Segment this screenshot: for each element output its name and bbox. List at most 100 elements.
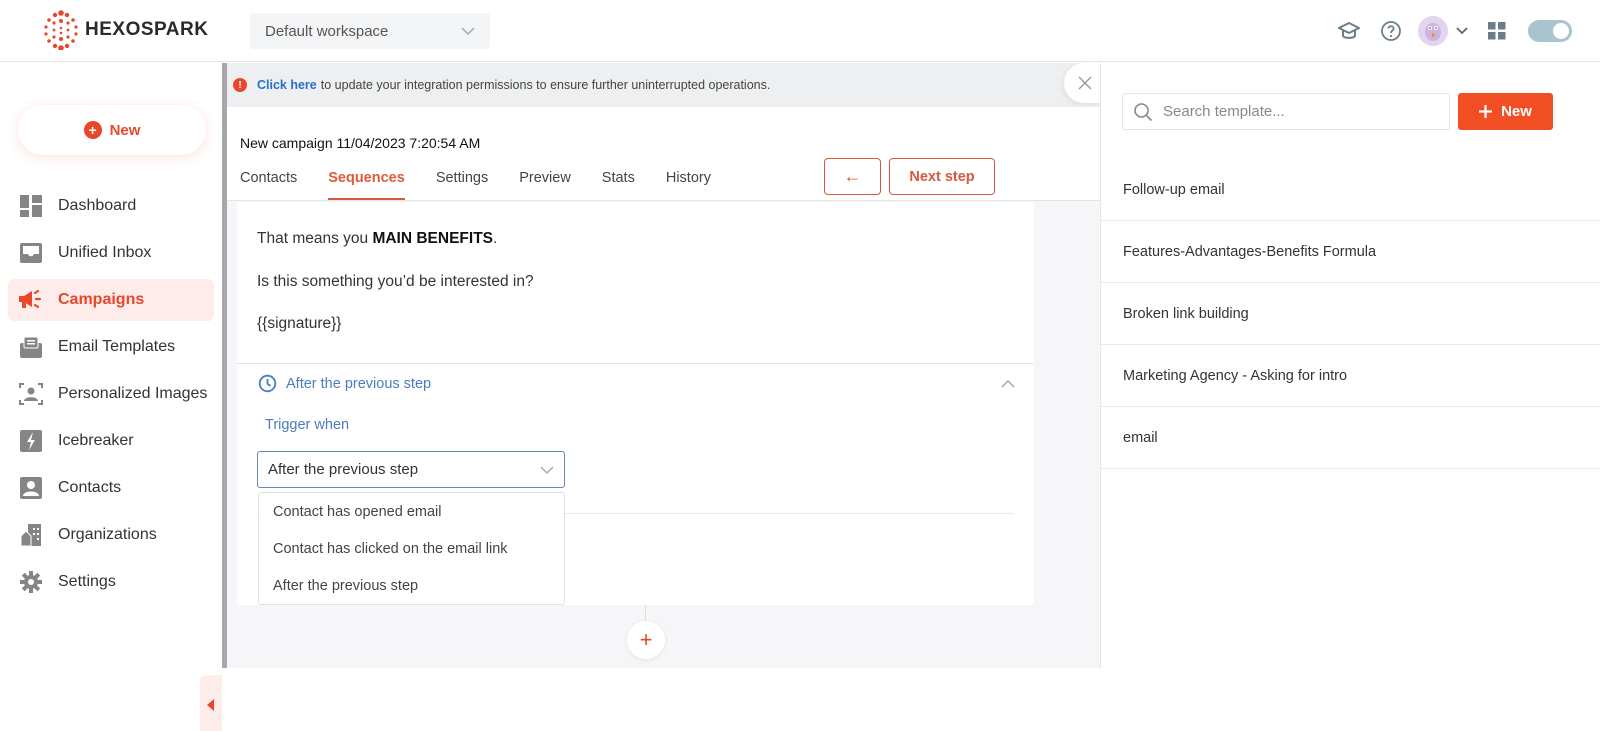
error-icon: ! bbox=[233, 78, 247, 92]
email-template-icon bbox=[18, 334, 44, 360]
tab-stats[interactable]: Stats bbox=[602, 168, 635, 200]
chevron-down-icon bbox=[1456, 27, 1468, 35]
sidebar-item-label: Unified Inbox bbox=[58, 244, 152, 261]
workspace-selector[interactable]: Default workspace bbox=[250, 13, 490, 49]
dashboard-icon bbox=[18, 193, 44, 219]
add-step-button[interactable]: + bbox=[627, 621, 665, 659]
main-content: ! Click here to update your integration … bbox=[227, 63, 1106, 668]
building-icon bbox=[18, 522, 44, 548]
dropdown-option[interactable]: After the previous step bbox=[259, 567, 564, 604]
step-delay-header[interactable]: After the previous step bbox=[258, 374, 431, 393]
inbox-icon bbox=[18, 240, 44, 266]
theme-toggle[interactable] bbox=[1528, 20, 1572, 42]
template-item[interactable]: Follow-up email bbox=[1101, 160, 1600, 221]
search-input[interactable] bbox=[1163, 103, 1433, 120]
tab-contacts[interactable]: Contacts bbox=[240, 168, 297, 200]
search-icon bbox=[1134, 102, 1153, 121]
next-step-button[interactable]: Next step bbox=[889, 158, 995, 195]
account-menu-button[interactable] bbox=[1452, 14, 1472, 48]
sidebar-item-organizations[interactable]: Organizations bbox=[8, 514, 214, 556]
sidebar-item-dashboard[interactable]: Dashboard bbox=[8, 185, 214, 227]
email-signature: {{signature}} bbox=[257, 315, 342, 332]
sidebar-item-label: Settings bbox=[58, 573, 116, 590]
help-button[interactable] bbox=[1374, 14, 1408, 48]
gear-icon bbox=[18, 569, 44, 595]
collapse-step-button[interactable] bbox=[1000, 376, 1016, 394]
email-text: . bbox=[493, 230, 498, 247]
template-item[interactable]: Marketing Agency - Asking for intro bbox=[1101, 345, 1600, 407]
tab-preview[interactable]: Preview bbox=[519, 168, 571, 200]
sidebar-item-campaigns[interactable]: Campaigns bbox=[8, 279, 214, 321]
template-item[interactable]: Features-Advantages-Benefits Formula bbox=[1101, 221, 1600, 283]
chevron-down-icon bbox=[461, 27, 475, 36]
close-icon bbox=[1078, 76, 1092, 90]
lightning-icon bbox=[18, 428, 44, 454]
sidebar-item-email-templates[interactable]: Email Templates bbox=[8, 326, 214, 368]
email-body[interactable]: That means you MAIN BENEFITS. Is this so… bbox=[237, 202, 1034, 332]
hexospark-logo-icon bbox=[44, 10, 78, 50]
personalized-image-icon bbox=[18, 381, 44, 407]
email-bold-text: MAIN BENEFITS bbox=[372, 230, 494, 247]
user-avatar-icon bbox=[1425, 23, 1441, 41]
alert-message: to update your integration permissions t… bbox=[320, 78, 771, 92]
sidebar-item-label: Icebreaker bbox=[58, 432, 134, 449]
plus-circle-icon: + bbox=[83, 121, 102, 139]
apps-grid-icon bbox=[1488, 22, 1506, 40]
plus-icon: + bbox=[639, 627, 653, 652]
workspace-name: Default workspace bbox=[265, 22, 389, 40]
campaign-title: New campaign 11/04/2023 7:20:54 AM bbox=[240, 135, 481, 151]
email-line: That means you MAIN BENEFITS. bbox=[257, 231, 1014, 247]
sidebar-item-label: Email Templates bbox=[58, 338, 176, 355]
email-line: Is this something you’d be interested in… bbox=[257, 272, 534, 290]
academy-button[interactable] bbox=[1332, 14, 1366, 48]
sidebar-item-label: Personalized Images bbox=[58, 385, 208, 402]
template-item[interactable]: Broken link building bbox=[1101, 283, 1600, 345]
template-search[interactable] bbox=[1122, 93, 1450, 130]
clock-icon bbox=[258, 374, 277, 393]
top-bar: HEXOSPARK Default workspace bbox=[0, 0, 1600, 62]
megaphone-icon bbox=[18, 287, 44, 313]
integration-alert: ! Click here to update your integration … bbox=[227, 63, 1106, 107]
template-panel: New Follow-up email Features-Advantages-… bbox=[1100, 63, 1600, 668]
tab-history[interactable]: History bbox=[666, 168, 711, 200]
avatar[interactable] bbox=[1418, 16, 1448, 46]
sidebar-item-icebreaker[interactable]: Icebreaker bbox=[8, 420, 214, 462]
chevron-up-icon bbox=[1001, 379, 1015, 388]
graduation-cap-icon bbox=[1338, 22, 1360, 39]
brand-name: HEXOSPARK bbox=[85, 19, 209, 40]
sequence-step-card: That means you MAIN BENEFITS. Is this so… bbox=[237, 202, 1034, 605]
contact-icon bbox=[18, 475, 44, 501]
sidebar: + New Dashboard Unified Inbox Campaigns bbox=[0, 63, 222, 731]
template-item[interactable]: email bbox=[1101, 407, 1600, 469]
divider bbox=[237, 363, 1034, 364]
sidebar-item-label: Dashboard bbox=[58, 197, 137, 214]
help-icon bbox=[1381, 21, 1401, 41]
plus-icon bbox=[1479, 105, 1493, 118]
sidebar-item-label: Organizations bbox=[58, 526, 157, 543]
tab-sequences[interactable]: Sequences bbox=[328, 168, 405, 200]
email-text: That means you bbox=[257, 230, 373, 247]
sidebar-item-settings[interactable]: Settings bbox=[8, 561, 214, 603]
sidebar-item-contacts[interactable]: Contacts bbox=[8, 467, 214, 509]
campaign-header: New campaign 11/04/2023 7:20:54 AM Conta… bbox=[227, 107, 1100, 201]
tab-settings[interactable]: Settings bbox=[436, 168, 488, 200]
new-template-button[interactable]: New bbox=[1458, 93, 1553, 130]
apps-button[interactable] bbox=[1480, 14, 1514, 48]
back-button[interactable]: ← bbox=[824, 158, 881, 195]
sidebar-item-unified-inbox[interactable]: Unified Inbox bbox=[8, 232, 214, 274]
sidebar-collapse-button[interactable] bbox=[200, 675, 222, 731]
step-delay-label: After the previous step bbox=[286, 375, 432, 392]
dropdown-option[interactable]: Contact has opened email bbox=[259, 493, 564, 530]
trigger-select[interactable]: After the previous step bbox=[257, 451, 565, 488]
arrow-left-icon: ← bbox=[843, 166, 862, 186]
logo[interactable]: HEXOSPARK bbox=[43, 10, 208, 50]
sidebar-item-label: Contacts bbox=[58, 479, 122, 496]
chevron-down-icon bbox=[540, 465, 554, 474]
sidebar-new-button[interactable]: + New bbox=[18, 105, 206, 155]
alert-link[interactable]: Click here bbox=[257, 78, 317, 92]
sidebar-item-personalized-images[interactable]: Personalized Images bbox=[8, 373, 214, 415]
template-list: Follow-up email Features-Advantages-Bene… bbox=[1101, 160, 1600, 469]
sidebar-nav: Dashboard Unified Inbox Campaigns Email … bbox=[8, 185, 214, 608]
sidebar-item-label: Campaigns bbox=[58, 291, 145, 308]
dropdown-option[interactable]: Contact has clicked on the email link bbox=[259, 530, 564, 567]
